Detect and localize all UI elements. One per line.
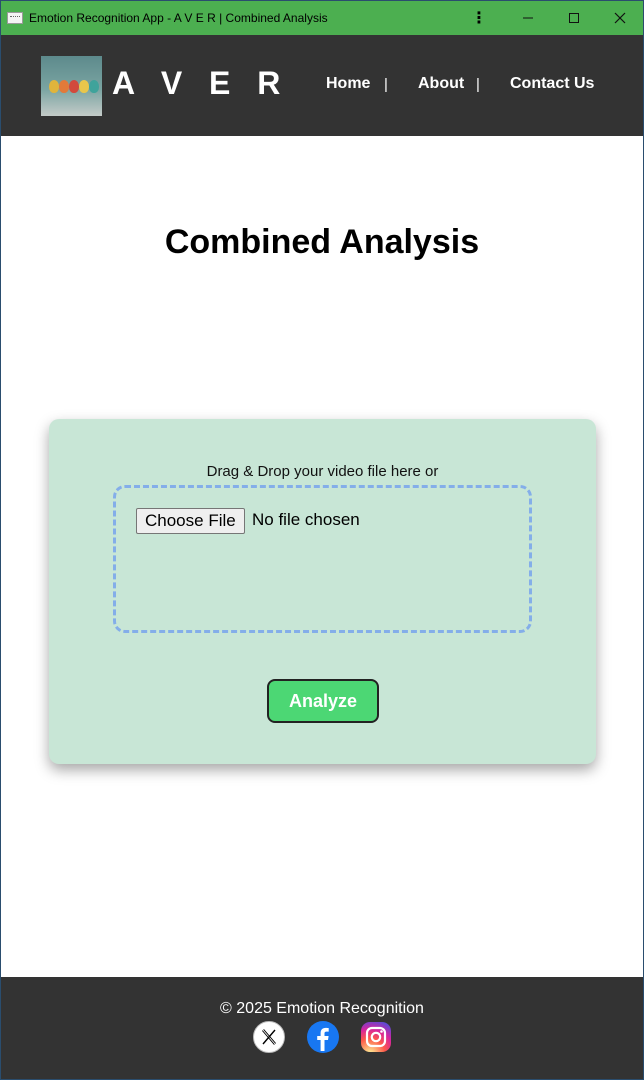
minimize-icon <box>523 17 533 19</box>
drop-instructions: Drag & Drop your video file here or <box>206 463 439 480</box>
site-header: A V E R Home | About | Contact Us <box>1 35 643 136</box>
instagram-icon[interactable] <box>361 1022 391 1052</box>
egg-shape <box>49 80 59 93</box>
copyright-text: © 2025 Emotion Recognition <box>220 1000 424 1017</box>
egg-shape <box>69 80 79 93</box>
minimize-button[interactable] <box>505 1 551 35</box>
maximize-button[interactable] <box>551 1 597 35</box>
close-button[interactable] <box>597 1 643 35</box>
egg-shape <box>59 80 69 93</box>
nav-home-link[interactable]: Home <box>326 75 370 93</box>
window-titlebar: Emotion Recognition App - A V E R | Comb… <box>1 1 643 35</box>
instagram-glyph <box>365 1026 387 1048</box>
app-icon <box>7 12 23 24</box>
window-title: Emotion Recognition App - A V E R | Comb… <box>29 11 328 25</box>
app-window: Emotion Recognition App - A V E R | Comb… <box>0 0 644 1080</box>
choose-file-button[interactable]: Choose File <box>136 508 245 534</box>
nav-separator: | <box>384 76 388 93</box>
site-footer: © 2025 Emotion Recognition <box>1 977 643 1079</box>
brand-name[interactable]: A V E R <box>112 65 289 102</box>
more-vertical-icon[interactable]: ⋮ <box>467 1 491 35</box>
facebook-glyph <box>317 1027 329 1051</box>
x-twitter-icon[interactable] <box>253 1021 285 1053</box>
egg-shape <box>89 80 99 93</box>
nav-contact-link[interactable]: Contact Us <box>510 75 594 93</box>
file-status-text: No file chosen <box>252 510 360 529</box>
facebook-icon[interactable] <box>307 1021 339 1053</box>
nav-about-link[interactable]: About <box>418 75 464 93</box>
logo-image[interactable] <box>41 56 102 116</box>
page-title: Combined Analysis <box>164 223 480 261</box>
file-drop-zone[interactable]: Choose File No file chosen <box>113 485 532 633</box>
upload-card: Drag & Drop your video file here or Choo… <box>49 419 596 764</box>
x-logo-glyph <box>262 1029 276 1045</box>
close-icon <box>614 12 626 24</box>
nav-separator: | <box>476 76 480 93</box>
analyze-button[interactable]: Analyze <box>267 679 379 723</box>
maximize-icon <box>569 13 579 23</box>
egg-shape <box>79 80 89 93</box>
